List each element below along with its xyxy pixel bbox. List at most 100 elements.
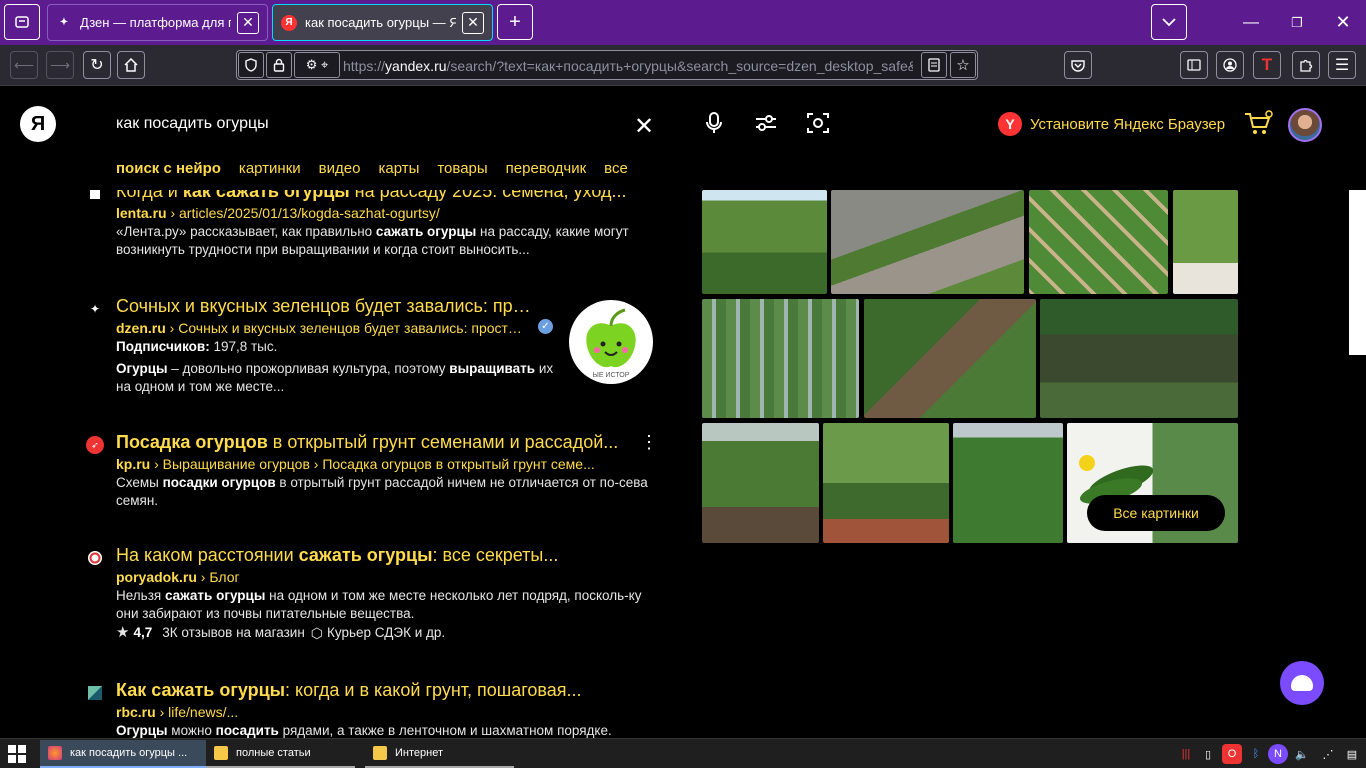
reader-view-icon[interactable] — [921, 52, 947, 78]
image-thumbnail[interactable] — [1040, 299, 1238, 418]
search-input[interactable]: как посадить огурцы — [116, 115, 269, 133]
image-thumbnail[interactable] — [702, 190, 827, 294]
tab-overview-icon[interactable] — [4, 4, 40, 40]
tab-yandex-search[interactable]: Я как посадить огурцы — Яндекс ✕ — [272, 4, 493, 41]
clear-search-icon[interactable]: ✕ — [634, 112, 654, 141]
nav-translator[interactable]: переводчик — [506, 160, 586, 177]
navigation-toolbar: ⟵ ⟶ ↻ ⚙ ⌖ https://yandex.ru/search/?text… — [0, 45, 1366, 86]
extensions-puzzle-icon[interactable] — [1292, 51, 1320, 79]
result-path: › Сочных и вкусных зеленцов будет завали… — [165, 320, 522, 336]
home-icon[interactable] — [117, 51, 145, 79]
cart-icon[interactable] — [1244, 110, 1274, 142]
taskbar-item-firefox[interactable]: как посадить огурцы ... — [40, 740, 206, 768]
notifications-icon[interactable]: ▤ — [1342, 744, 1362, 764]
taskbar-item-folder[interactable]: полные статьи — [206, 740, 355, 768]
nav-neuro[interactable]: поиск с нейро — [116, 160, 221, 177]
result-lenta: Когда и как сажать огурцы на рассаду 202… — [86, 190, 666, 261]
sidebar-icon[interactable] — [1180, 51, 1208, 79]
result-url[interactable]: kp.ru › Выращивание огурцов › Посадка ог… — [116, 456, 616, 472]
result-url[interactable]: rbc.ru › life/news/... — [116, 704, 536, 720]
volume-icon[interactable]: 🔈 — [1292, 744, 1312, 764]
url-text[interactable]: https://yandex.ru/search/?text=как+посад… — [343, 58, 913, 74]
back-icon[interactable]: ⟵ — [10, 51, 38, 79]
close-window-icon[interactable]: ✕ — [1320, 0, 1366, 45]
image-thumbnail[interactable] — [1029, 190, 1168, 294]
forward-icon[interactable]: ⟶ — [46, 51, 74, 79]
result-url[interactable]: dzen.ru › Сочных и вкусных зеленцов буде… — [116, 320, 536, 336]
image-thumbnail[interactable] — [831, 190, 1024, 294]
close-tab-icon[interactable]: ✕ — [462, 11, 484, 34]
image-thumbnail[interactable] — [864, 299, 1036, 418]
result-more-icon[interactable]: ⋮ — [640, 432, 658, 453]
image-thumbnail[interactable] — [1173, 190, 1238, 294]
result-url[interactable]: lenta.ru › articles/2025/01/13/kogda-saz… — [116, 205, 536, 221]
result-snippet: Огурцы можно посадить рядами, а также в … — [116, 723, 612, 738]
url-prefix: https:// — [343, 58, 386, 74]
poryadok-icon — [86, 549, 104, 567]
delivery-info: Курьер СДЭК и др. — [327, 625, 446, 640]
delivery-box-icon: ⬡ — [310, 625, 324, 641]
permissions-location-icon[interactable]: ⚙ ⌖ — [294, 52, 340, 78]
result-title[interactable]: Сочных и вкусных зеленцов будет завались… — [116, 296, 536, 317]
result-path: › Блог — [196, 569, 240, 585]
folder-icon — [373, 746, 387, 760]
camera-search-icon[interactable] — [805, 110, 831, 136]
restore-icon[interactable]: ❐ — [1274, 0, 1320, 45]
nav-maps[interactable]: карты — [378, 160, 419, 177]
nav-video[interactable]: видео — [319, 160, 361, 177]
list-all-tabs-chevron-down-icon[interactable] — [1151, 4, 1187, 40]
lock-icon[interactable] — [266, 52, 292, 78]
result-path: › articles/2025/01/13/kogda-sazhat-ogurt… — [166, 205, 440, 221]
pocket-icon[interactable] — [1064, 51, 1092, 79]
nav-images[interactable]: картинки — [239, 160, 301, 177]
alice-tray-icon[interactable]: N — [1268, 744, 1288, 764]
account-icon[interactable] — [1216, 51, 1244, 79]
image-thumbnail[interactable] — [823, 423, 949, 543]
reload-icon[interactable]: ↻ — [83, 51, 111, 79]
result-title[interactable]: Посадка огурцов в открытый грунт семенам… — [116, 432, 626, 453]
result-title[interactable]: Когда и как сажать огурцы на рассаду 202… — [116, 190, 626, 202]
minimize-icon[interactable]: — — [1228, 0, 1274, 45]
close-tab-icon[interactable]: ✕ — [237, 11, 259, 34]
tab-dzen[interactable]: ✦ Дзен — платформа для просмотра ✕ — [47, 4, 268, 41]
nav-all[interactable]: все — [604, 160, 628, 177]
network-icon[interactable]: ⋰ — [1318, 744, 1338, 764]
search-settings-icon[interactable] — [753, 110, 779, 136]
menu-hamburger-icon[interactable]: ☰ — [1328, 51, 1356, 79]
windows-start-icon[interactable] — [8, 745, 26, 763]
image-thumbnail[interactable] — [702, 299, 859, 418]
microphone-icon[interactable] — [701, 110, 727, 136]
all-images-button[interactable]: Все картинки — [1087, 495, 1225, 531]
page-scrollbar[interactable] — [1349, 190, 1366, 355]
install-browser-promo[interactable]: Y Установите Яндекс Браузер — [998, 112, 1225, 136]
result-rbc: Как сажать огурцы: когда и в какой грунт… — [86, 680, 666, 738]
browser-tab-strip: ✦ Дзен — платформа для просмотра ✕ Я как… — [0, 0, 1366, 45]
channel-avatar[interactable]: ЫЕ ИСТОР — [569, 300, 653, 384]
result-title[interactable]: Как сажать огурцы: когда и в какой грунт… — [116, 680, 626, 701]
usb-icon[interactable]: ▯ — [1198, 744, 1218, 764]
image-thumbnail[interactable] — [702, 423, 819, 543]
reviews-count[interactable]: 3К отзывов на магазин — [162, 624, 305, 642]
result-host: poryadok.ru — [116, 569, 197, 585]
nav-products[interactable]: товары — [437, 160, 487, 177]
bluetooth-icon[interactable]: ᛒ — [1246, 744, 1266, 764]
shield-icon[interactable] — [238, 52, 264, 78]
folder-icon — [214, 746, 228, 760]
yandex-logo[interactable]: Я — [20, 106, 56, 142]
user-avatar[interactable] — [1288, 108, 1322, 142]
result-dzen: ✦ Сочных и вкусных зеленцов будет завали… — [86, 296, 666, 406]
new-tab-button[interactable]: + — [497, 4, 533, 40]
result-url[interactable]: poryadok.ru › Блог — [116, 569, 536, 585]
alice-assistant-button[interactable] — [1280, 661, 1324, 705]
extension-t-icon[interactable]: T — [1253, 51, 1281, 79]
tab-title: Дзен — платформа для просмотра — [80, 15, 231, 30]
tab-title: как посадить огурцы — Яндекс — [305, 15, 456, 30]
yandex-favicon-icon: Я — [281, 14, 297, 31]
opera-icon[interactable]: O — [1222, 744, 1242, 764]
address-bar[interactable]: ⚙ ⌖ https://yandex.ru/search/?text=как+п… — [236, 50, 978, 80]
taskbar-item-internet[interactable]: Интернет — [365, 740, 514, 768]
result-title[interactable]: На каком расстоянии сажать огурцы: все с… — [116, 545, 626, 566]
bookmark-star-icon[interactable]: ☆ — [950, 52, 976, 78]
image-thumbnail[interactable] — [953, 423, 1063, 543]
tray-app-icon[interactable]: ||| — [1176, 744, 1196, 764]
